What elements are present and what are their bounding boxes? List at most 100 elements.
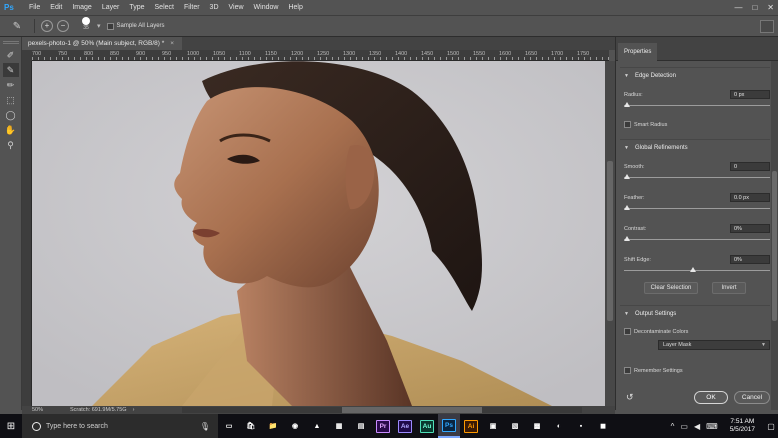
- smart-radius-checkbox[interactable]: [624, 121, 631, 128]
- contrast-slider[interactable]: [624, 239, 770, 240]
- refine-edge-brush-icon[interactable]: ✎: [2, 63, 19, 77]
- app-icon[interactable]: ▧: [504, 414, 526, 438]
- output-settings-header[interactable]: ▼ Output Settings: [616, 307, 772, 321]
- scrollbar-thumb[interactable]: [607, 161, 613, 321]
- status-menu-icon[interactable]: ›: [133, 407, 135, 413]
- microphone-icon[interactable]: 🎙: [200, 422, 210, 431]
- scrollbar-thumb[interactable]: [342, 407, 482, 413]
- decontaminate-colors-option[interactable]: Decontaminate Colors: [624, 328, 688, 335]
- radius-slider[interactable]: [624, 105, 770, 106]
- vertical-scrollbar[interactable]: [605, 61, 615, 406]
- menu-view[interactable]: View: [224, 0, 249, 15]
- add-to-selection-icon[interactable]: +: [41, 20, 53, 32]
- vertical-ruler[interactable]: [22, 61, 32, 406]
- app-icon[interactable]: ◐: [548, 414, 570, 438]
- file-explorer-icon[interactable]: 📁: [262, 414, 284, 438]
- radius-input[interactable]: 0 px: [730, 90, 770, 99]
- tab-properties[interactable]: Properties: [618, 43, 658, 61]
- hand-tool-icon[interactable]: ✋: [3, 123, 19, 137]
- sample-all-layers-checkbox[interactable]: [106, 22, 114, 30]
- network-icon[interactable]: ▭: [680, 422, 688, 431]
- lasso-tool-icon[interactable]: ◯: [3, 108, 19, 122]
- feather-slider-knob[interactable]: [624, 205, 630, 210]
- illustrator-icon[interactable]: Ai: [460, 414, 482, 438]
- keyboard-icon[interactable]: ⌨: [706, 422, 718, 431]
- task-view-icon[interactable]: ▭: [218, 414, 240, 438]
- horizontal-scrollbar[interactable]: [182, 407, 582, 413]
- action-center-icon[interactable]: ▢: [764, 414, 778, 438]
- brush-tool-preset-icon[interactable]: ✎: [6, 17, 28, 35]
- windows-start-icon[interactable]: ⊞: [0, 414, 22, 438]
- chrome-icon[interactable]: ◉: [284, 414, 306, 438]
- maximize-icon[interactable]: □: [752, 3, 757, 12]
- edge-detection-header[interactable]: ▼ Edge Detection: [616, 69, 772, 83]
- vlc-icon[interactable]: ▲: [306, 414, 328, 438]
- scrollbar-thumb[interactable]: [772, 171, 777, 321]
- subtract-from-selection-icon[interactable]: −: [57, 20, 69, 32]
- app-icon[interactable]: ▪: [570, 414, 592, 438]
- volume-icon[interactable]: ◀: [694, 422, 700, 431]
- quick-selection-tool-icon[interactable]: ✐: [3, 48, 19, 62]
- shift-edge-input[interactable]: 0%: [730, 255, 770, 264]
- sample-all-layers-option[interactable]: Sample All Layers: [106, 22, 165, 30]
- output-to-select[interactable]: Layer Mask ▼: [658, 340, 770, 350]
- menu-edit[interactable]: Edit: [45, 0, 67, 15]
- shift-edge-slider-knob[interactable]: [690, 267, 696, 272]
- ok-button[interactable]: OK: [694, 391, 728, 404]
- smooth-slider-knob[interactable]: [624, 174, 630, 179]
- zoom-tool-icon[interactable]: ⚲: [3, 138, 19, 152]
- feather-slider[interactable]: [624, 208, 770, 209]
- document-tab[interactable]: pexels-photo-1 @ 50% (Main subject, RGB/…: [22, 37, 182, 50]
- premiere-icon[interactable]: Pr: [372, 414, 394, 438]
- smooth-input[interactable]: 0: [730, 162, 770, 171]
- close-tab-icon[interactable]: ×: [170, 40, 174, 47]
- remember-settings-checkbox[interactable]: [624, 367, 631, 374]
- menu-help[interactable]: Help: [283, 0, 307, 15]
- contrast-input[interactable]: 0%: [730, 224, 770, 233]
- menu-layer[interactable]: Layer: [97, 0, 125, 15]
- smooth-slider[interactable]: [624, 177, 770, 178]
- brush-size-picker[interactable]: 35: [79, 17, 93, 35]
- remember-settings-option[interactable]: Remember Settings: [624, 367, 683, 374]
- menu-select[interactable]: Select: [150, 0, 179, 15]
- feather-input[interactable]: 0.0 px: [730, 193, 770, 202]
- app-icon[interactable]: ▩: [526, 414, 548, 438]
- clear-selection-button[interactable]: Clear Selection: [644, 282, 698, 294]
- image-viewer-icon[interactable]: ▦: [328, 414, 350, 438]
- menu-window[interactable]: Window: [249, 0, 284, 15]
- menu-3d[interactable]: 3D: [205, 0, 224, 15]
- folder-icon[interactable]: ▤: [350, 414, 372, 438]
- ruler-origin[interactable]: [22, 50, 32, 61]
- chevron-up-icon[interactable]: ^: [671, 422, 675, 431]
- app-icon[interactable]: ◼: [592, 414, 614, 438]
- workspace-switcher-icon[interactable]: [760, 20, 774, 33]
- minimize-icon[interactable]: —: [734, 3, 742, 12]
- menu-filter[interactable]: Filter: [179, 0, 205, 15]
- collapse-triangle-icon[interactable]: ▼: [624, 311, 629, 317]
- audition-icon[interactable]: Au: [416, 414, 438, 438]
- reset-icon[interactable]: ↺: [626, 392, 634, 403]
- after-effects-icon[interactable]: Ae: [394, 414, 416, 438]
- smart-radius-option[interactable]: Smart Radius: [624, 121, 667, 128]
- taskbar-search[interactable]: Type here to search 🎙: [22, 414, 218, 438]
- contrast-slider-knob[interactable]: [624, 236, 630, 241]
- zoom-level[interactable]: 50%: [32, 407, 62, 413]
- decontaminate-colors-checkbox[interactable]: [624, 328, 631, 335]
- photoshop-icon[interactable]: Ps: [438, 414, 460, 438]
- object-selection-tool-icon[interactable]: ⬚: [3, 93, 19, 107]
- global-refinements-header[interactable]: ▼ Global Refinements: [616, 141, 772, 155]
- store-icon[interactable]: 🛍: [240, 414, 262, 438]
- collapse-triangle-icon[interactable]: ▼: [624, 73, 629, 79]
- menu-file[interactable]: File: [24, 0, 45, 15]
- cancel-button[interactable]: Cancel: [734, 391, 770, 404]
- document-canvas[interactable]: [32, 61, 605, 406]
- chevron-down-icon[interactable]: ▾: [97, 22, 101, 30]
- invert-button[interactable]: Invert: [712, 282, 746, 294]
- collapse-triangle-icon[interactable]: ▼: [624, 145, 629, 151]
- brush-tool-icon[interactable]: ✏: [3, 78, 19, 92]
- horizontal-ruler[interactable]: 700 750 800 850 900 950 1000 1050 1100 1…: [32, 50, 609, 61]
- menu-type[interactable]: Type: [124, 0, 149, 15]
- app-icon[interactable]: ▣: [482, 414, 504, 438]
- shift-edge-slider[interactable]: [624, 270, 770, 271]
- menu-image[interactable]: Image: [67, 0, 96, 15]
